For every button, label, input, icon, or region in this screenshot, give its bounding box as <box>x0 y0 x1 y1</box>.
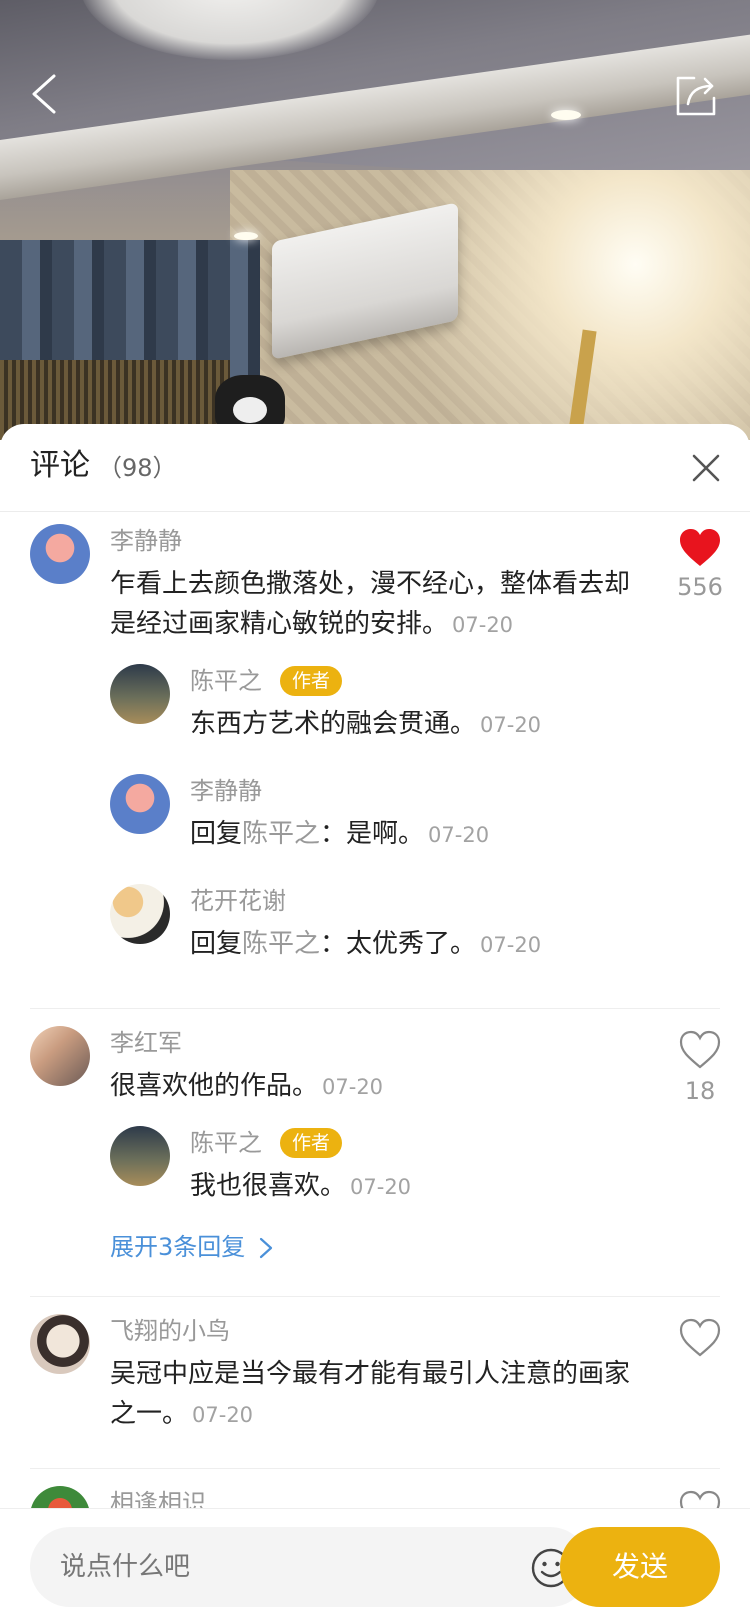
avatar[interactable] <box>110 1126 170 1186</box>
like-count: 18 <box>684 1077 716 1105</box>
comment-item: 飞翔的小鸟 吴冠中应是当今最有才能有最引人注意的画家之一。 07-20 <box>0 1302 750 1462</box>
reply-target-user[interactable]: 陈平之 <box>242 819 320 849</box>
chevron-left-icon <box>32 74 56 114</box>
close-icon <box>692 454 720 482</box>
heart-outline-icon <box>679 1030 721 1069</box>
like-button[interactable] <box>678 1030 722 1070</box>
comment-username[interactable]: 李红军 <box>110 1026 182 1060</box>
comment-sheet: 评论 （98） 李静静 乍看上去颜色撒落处，漫不经心，整体看去却是经过画家精心敏… <box>0 424 750 1624</box>
comment-input-box[interactable] <box>30 1527 590 1607</box>
like-button[interactable] <box>678 1318 722 1358</box>
reply-body: 东西方艺术的融会贯通。 <box>190 709 477 739</box>
comment-item: 李红军 很喜欢他的作品。 07-20 18 陈平之 作者 我也很喜欢。 07-20 … <box>0 1014 750 1294</box>
avatar[interactable] <box>30 1026 90 1086</box>
avatar[interactable] <box>30 524 90 584</box>
comment-body: 吴冠中应是当今最有才能有最引人注意的画家之一。 <box>110 1359 631 1429</box>
divider <box>30 1008 720 1009</box>
reply-text: 回复陈平之：太优秀了。 07-20 <box>190 924 650 965</box>
reply-time: 07-20 <box>350 1175 412 1199</box>
reply-text: 东西方艺术的融会贯通。 07-20 <box>190 704 650 745</box>
expand-replies-label: 展开3条回复 <box>110 1233 246 1261</box>
comment-username[interactable]: 飞翔的小鸟 <box>110 1314 230 1348</box>
reply-body: ：是啊。 <box>320 819 425 849</box>
comment-body: 很喜欢他的作品。 <box>110 1071 319 1101</box>
comment-time: 07-20 <box>452 613 514 637</box>
avatar[interactable] <box>110 774 170 834</box>
author-badge: 作者 <box>280 666 343 696</box>
author-badge: 作者 <box>280 1128 343 1158</box>
share-icon <box>676 76 716 116</box>
comment-body: 乍看上去颜色撒落处，漫不经心，整体看去却是经过画家精心敏锐的安排。 <box>110 569 631 639</box>
comment-text: 乍看上去颜色撒落处，漫不经心，整体看去却是经过画家精心敏锐的安排。 07-20 <box>110 564 640 645</box>
send-button[interactable]: 发送 <box>560 1527 720 1607</box>
comment-text: 吴冠中应是当今最有才能有最引人注意的画家之一。 07-20 <box>110 1354 640 1435</box>
reply-body: ：太优秀了。 <box>320 929 477 959</box>
reply-prefix: 回复 <box>190 819 243 849</box>
share-button[interactable] <box>672 72 720 120</box>
comment-time: 07-20 <box>322 1075 384 1099</box>
like-button[interactable] <box>678 528 722 568</box>
sheet-title: 评论 <box>30 448 90 483</box>
comment-username[interactable]: 李静静 <box>110 524 182 558</box>
reply-time: 07-20 <box>480 713 542 737</box>
reply-prefix: 回复 <box>190 929 243 959</box>
heart-outline-icon <box>679 1318 721 1357</box>
comment-input[interactable] <box>60 1527 500 1607</box>
reply-body: 我也很喜欢。 <box>190 1171 347 1201</box>
reply-time: 07-20 <box>480 933 542 957</box>
comment-item: 李静静 乍看上去颜色撒落处，漫不经心，整体看去却是经过画家精心敏锐的安排。 07-… <box>0 520 750 990</box>
reply-text: 我也很喜欢。 07-20 <box>190 1166 650 1207</box>
chevron-right-icon <box>260 1237 273 1259</box>
divider <box>30 1296 720 1297</box>
reply-target-user[interactable]: 陈平之 <box>242 929 320 959</box>
avatar[interactable] <box>110 884 170 944</box>
reply-time: 07-20 <box>428 823 490 847</box>
reply-username[interactable]: 陈平之 <box>190 1126 262 1160</box>
comment-count: （98） <box>98 454 177 482</box>
like-count: 556 <box>677 573 723 601</box>
heart-filled-icon <box>680 529 720 566</box>
expand-replies-link[interactable]: 展开3条回复 <box>110 1230 273 1264</box>
reply-username[interactable]: 花开花谢 <box>190 884 286 918</box>
comment-text: 很喜欢他的作品。 07-20 <box>110 1066 640 1107</box>
sheet-header: 评论 （98） <box>0 424 750 512</box>
back-button[interactable] <box>24 72 68 116</box>
avatar[interactable] <box>110 664 170 724</box>
photo-downlight <box>551 110 581 120</box>
comment-time: 07-20 <box>192 1403 254 1427</box>
close-button[interactable] <box>686 448 726 488</box>
reply-username[interactable]: 陈平之 <box>190 664 262 698</box>
avatar[interactable] <box>30 1314 90 1374</box>
reply-text: 回复陈平之：是啊。 07-20 <box>190 814 650 855</box>
background-photo <box>0 0 750 440</box>
divider <box>30 1468 720 1469</box>
photo-downlight <box>234 232 258 240</box>
reply-username[interactable]: 李静静 <box>190 774 262 808</box>
comment-input-bar: 发送 <box>0 1508 750 1624</box>
